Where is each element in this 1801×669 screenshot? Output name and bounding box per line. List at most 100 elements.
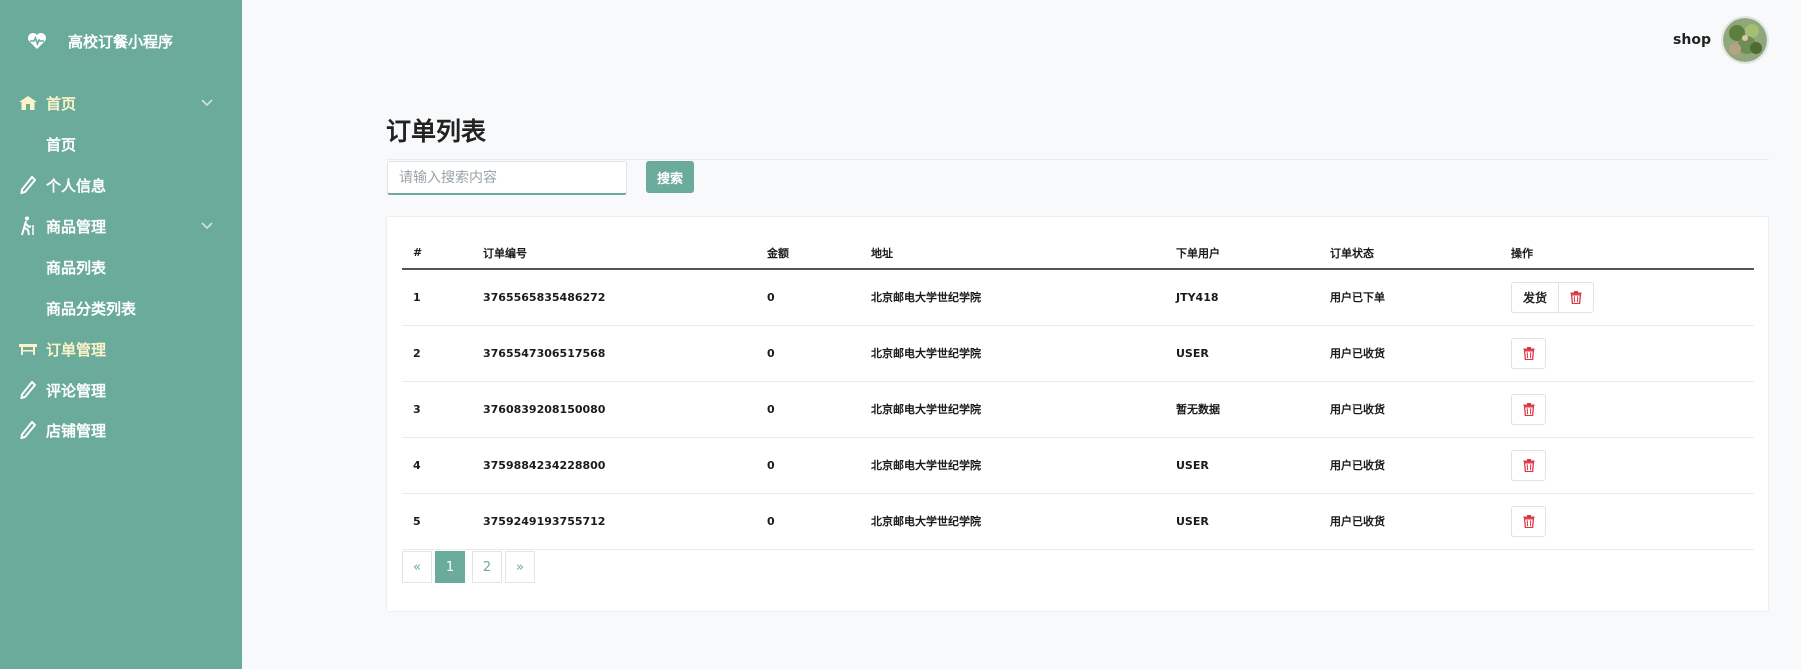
pencil-icon — [18, 380, 38, 400]
heart-pulse-icon — [26, 30, 48, 52]
cell-order-no: 3759884234228800 — [472, 437, 756, 494]
username: shop — [1673, 32, 1711, 48]
cell-user: USER — [1165, 325, 1319, 382]
cell-index: 3 — [402, 381, 472, 438]
title-divider — [386, 159, 1769, 160]
cell-actions: 发货 — [1500, 269, 1754, 326]
sidebar-subitem-category-list[interactable]: 商品分类列表 — [46, 293, 136, 323]
trash-icon — [1523, 514, 1534, 528]
trash-icon — [1523, 458, 1534, 472]
cell-index: 2 — [402, 325, 472, 382]
column-header-address: 地址 — [860, 237, 1165, 270]
cell-amount: 0 — [756, 269, 860, 326]
sidebar-item-home[interactable]: 首页 — [0, 85, 242, 121]
row-actions: 发货 — [1511, 281, 1754, 313]
chevron-down-icon — [200, 219, 214, 233]
sidebar-item-product-management[interactable]: 商品管理 — [0, 208, 242, 244]
cell-amount: 0 — [756, 325, 860, 382]
cell-status: 用户已收货 — [1319, 325, 1500, 382]
sidebar-item-profile[interactable]: 个人信息 — [0, 167, 242, 203]
sidebar-item-label: 评论管理 — [46, 381, 107, 400]
sidebar-item-order-management[interactable]: 订单管理 — [0, 331, 242, 367]
orders-table: # 订单编号 金额 地址 下单用户 订单状态 操作 1 376556583548… — [402, 237, 1754, 550]
pagination: « 1 2 » — [402, 551, 538, 583]
user-menu[interactable]: shop — [1673, 16, 1769, 64]
column-header-status: 订单状态 — [1319, 237, 1500, 270]
cell-address: 北京邮电大学世纪学院 — [860, 493, 1165, 550]
pagination-next[interactable]: » — [505, 551, 535, 583]
cell-status: 用户已收货 — [1319, 381, 1500, 438]
cell-actions — [1500, 493, 1754, 550]
cell-actions — [1500, 381, 1754, 438]
delete-button[interactable] — [1511, 449, 1546, 481]
cell-order-no: 3760839208150080 — [472, 381, 756, 438]
home-icon — [18, 93, 38, 113]
orders-card: # 订单编号 金额 地址 下单用户 订单状态 操作 1 376556583548… — [386, 216, 1769, 612]
table-icon — [18, 339, 38, 359]
page-title: 订单列表 — [386, 117, 487, 146]
trash-icon — [1523, 402, 1534, 416]
sidebar-item-label: 订单管理 — [46, 340, 107, 359]
walker-icon — [18, 216, 38, 236]
column-header-user: 下单用户 — [1165, 237, 1319, 270]
column-header-order-no: 订单编号 — [472, 237, 756, 270]
cell-amount: 0 — [756, 493, 860, 550]
cell-amount: 0 — [756, 381, 860, 438]
search-input[interactable] — [387, 161, 627, 195]
sidebar-item-label: 店铺管理 — [46, 421, 107, 440]
delete-button[interactable] — [1511, 337, 1546, 369]
cell-status: 用户已收货 — [1319, 437, 1500, 494]
cell-amount: 0 — [756, 437, 860, 494]
column-header-amount: 金额 — [756, 237, 860, 270]
sidebar-subitem-home[interactable]: 首页 — [46, 129, 76, 159]
table-row: 3 3760839208150080 0 北京邮电大学世纪学院 暂无数据 用户已… — [402, 381, 1754, 438]
brand-title: 高校订餐小程序 — [68, 32, 174, 51]
sidebar-item-label: 首页 — [46, 94, 77, 113]
sidebar: 高校订餐小程序 首页 首页 个人信息 商品管理 商品列表 商品分类列表 订单管理 — [0, 0, 242, 669]
pagination-prev[interactable]: « — [402, 551, 432, 583]
sidebar-item-label: 个人信息 — [46, 176, 107, 195]
search-button[interactable]: 搜索 — [646, 161, 694, 193]
pagination-page-2[interactable]: 2 — [472, 551, 502, 583]
cell-address: 北京邮电大学世纪学院 — [860, 381, 1165, 438]
pencil-icon — [18, 175, 38, 195]
table-row: 1 3765565835486272 0 北京邮电大学世纪学院 JTY418 用… — [402, 269, 1754, 326]
sidebar-item-comment-management[interactable]: 评论管理 — [0, 372, 242, 408]
pencil-icon — [18, 420, 38, 440]
cell-address: 北京邮电大学世纪学院 — [860, 269, 1165, 326]
cell-user: USER — [1165, 437, 1319, 494]
trash-icon — [1570, 290, 1582, 304]
cell-status: 用户已收货 — [1319, 493, 1500, 550]
avatar[interactable] — [1721, 16, 1769, 64]
sidebar-item-label: 商品管理 — [46, 217, 107, 236]
column-header-index: # — [402, 237, 472, 270]
ship-button[interactable]: 发货 — [1511, 281, 1560, 313]
trash-icon — [1523, 346, 1534, 360]
cell-index: 5 — [402, 493, 472, 550]
delete-button[interactable] — [1511, 393, 1546, 425]
table-row: 4 3759884234228800 0 北京邮电大学世纪学院 USER 用户已… — [402, 437, 1754, 494]
table-row: 5 3759249193755712 0 北京邮电大学世纪学院 USER 用户已… — [402, 493, 1754, 550]
sidebar-subitem-product-list[interactable]: 商品列表 — [46, 252, 106, 282]
delete-button[interactable] — [1559, 281, 1595, 313]
table-row: 2 3765547306517568 0 北京邮电大学世纪学院 USER 用户已… — [402, 325, 1754, 382]
brand[interactable]: 高校订餐小程序 — [26, 29, 173, 53]
cell-actions — [1500, 325, 1754, 382]
cell-address: 北京邮电大学世纪学院 — [860, 437, 1165, 494]
sidebar-item-shop-management[interactable]: 店铺管理 — [0, 412, 242, 448]
cell-index: 1 — [402, 269, 472, 326]
column-header-actions: 操作 — [1500, 237, 1754, 270]
cell-order-no: 3759249193755712 — [472, 493, 756, 550]
pagination-page-1[interactable]: 1 — [435, 551, 465, 583]
cell-user: JTY418 — [1165, 269, 1319, 326]
table-header-row: # 订单编号 金额 地址 下单用户 订单状态 操作 — [402, 237, 1754, 270]
cell-user: 暂无数据 — [1165, 381, 1319, 438]
delete-button[interactable] — [1511, 505, 1546, 537]
cell-index: 4 — [402, 437, 472, 494]
chevron-down-icon — [200, 96, 214, 110]
cell-order-no: 3765565835486272 — [472, 269, 756, 326]
cell-order-no: 3765547306517568 — [472, 325, 756, 382]
cell-user: USER — [1165, 493, 1319, 550]
cell-actions — [1500, 437, 1754, 494]
cell-address: 北京邮电大学世纪学院 — [860, 325, 1165, 382]
